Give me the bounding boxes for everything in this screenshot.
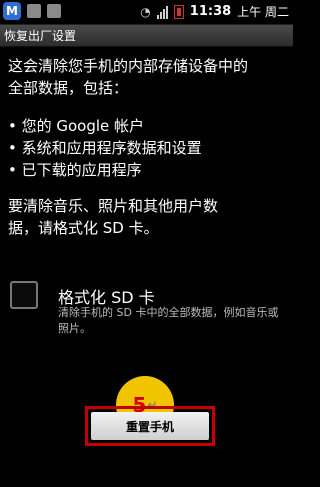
reset-button-highlight: 重置手机 (85, 406, 215, 446)
reset-phone-button[interactable]: 重置手机 (91, 412, 209, 440)
format-sd-description: 清除手机的 SD 卡中的全部数据，例如音乐或照片。 (58, 306, 279, 335)
list-item-google-account: • 您的 Google 帐户 (8, 117, 145, 135)
app-notification-icon: M (3, 2, 21, 20)
android-icon (47, 4, 61, 18)
status-bar: M ◔ 11:38 上午 周二 (0, 0, 293, 25)
format-sd-checkbox[interactable] (10, 281, 38, 309)
status-date: 上午 周二 (237, 5, 289, 19)
warning-line-2: 全部数据，包括： (8, 79, 129, 97)
list-item-system-data: • 系统和应用程序数据和设置 (8, 139, 202, 157)
warning-line-3: 要清除音乐、照片和其他用户数 (8, 197, 219, 215)
status-bar-left-icons: M (3, 2, 61, 20)
warning-line-4: 据，请格式化 SD 卡。 (8, 219, 159, 237)
signal-icon (156, 5, 168, 19)
list-item-downloaded-apps: • 已下载的应用程序 (8, 161, 142, 179)
data-list: • 您的 Google 帐户 • 系统和应用程序数据和设置 • 已下载的应用程序 (8, 115, 283, 181)
usb-icon (27, 4, 41, 18)
status-bar-right-icons: ◔ 11:38 上午 周二 (140, 3, 289, 20)
status-time: 11:38 (189, 4, 232, 19)
wifi-icon: ◔ (140, 4, 151, 19)
page-title: 恢复出厂设置 (4, 29, 77, 43)
warning-text: 这会清除您手机的内部存储设备中的 全部数据，包括： • 您的 Google 帐户… (8, 55, 283, 239)
battery-icon (173, 4, 184, 19)
title-bar: 恢复出厂设置 (0, 25, 293, 47)
warning-line-1: 这会清除您手机的内部存储设备中的 (8, 57, 249, 75)
